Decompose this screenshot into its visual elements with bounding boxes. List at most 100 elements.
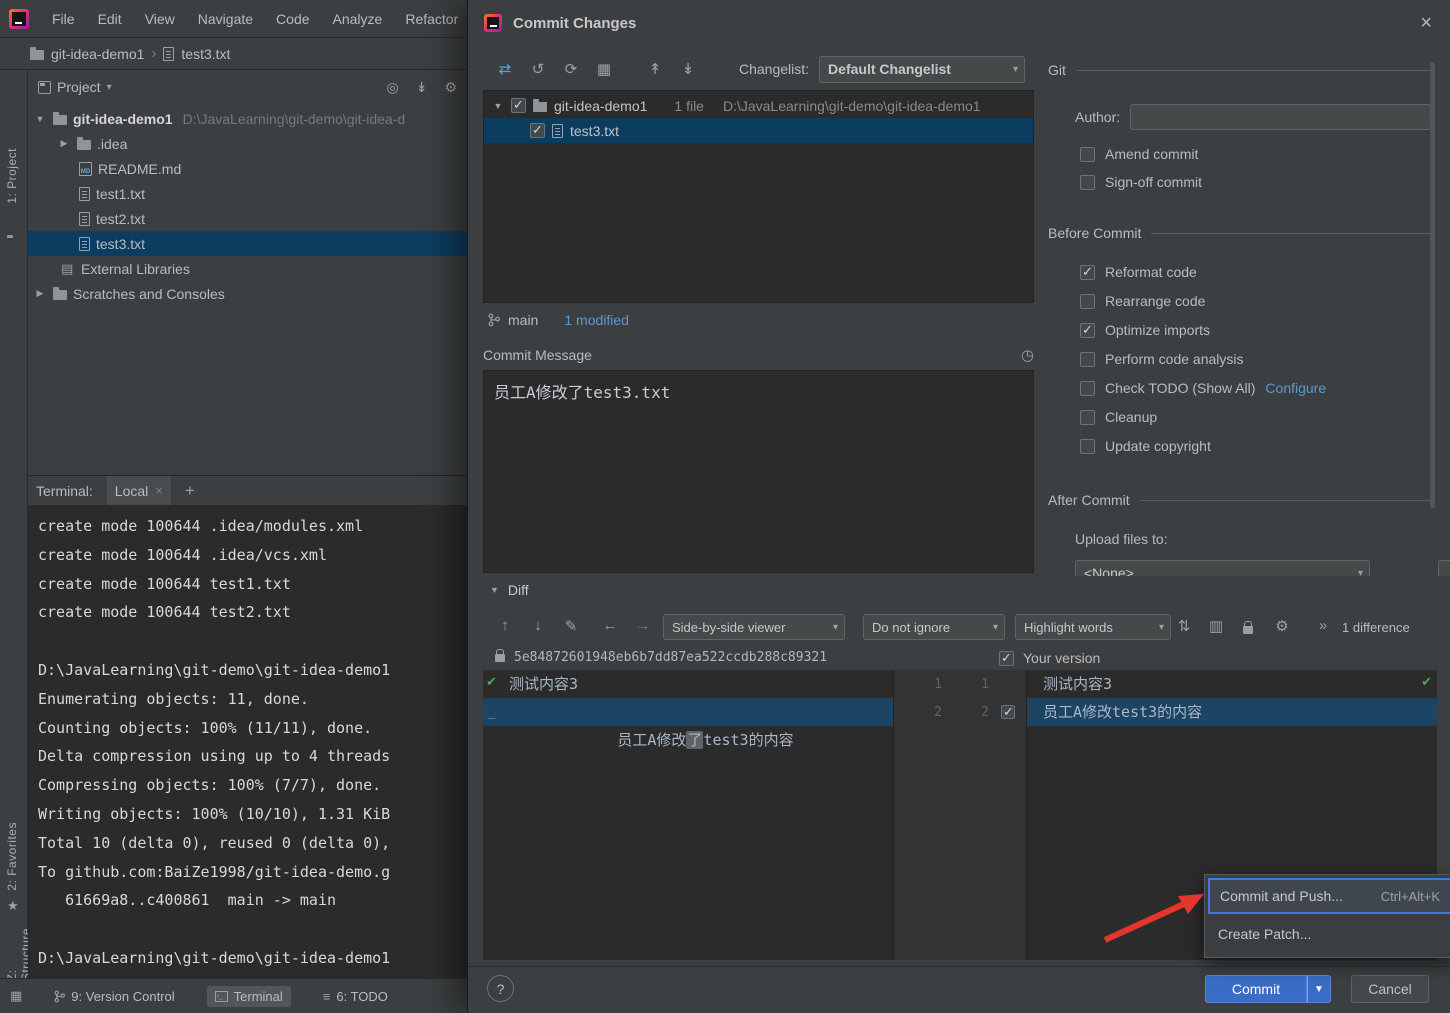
chevron-expanded-icon[interactable]: ▼: [33, 114, 47, 124]
help-button[interactable]: ?: [487, 975, 514, 1002]
menu-code[interactable]: Code: [276, 11, 309, 27]
optimize-imports-option[interactable]: Optimize imports: [1080, 322, 1210, 338]
changelist-checkbox[interactable]: [511, 98, 526, 113]
reformat-code-option[interactable]: Reformat code: [1080, 264, 1197, 280]
whitespace-combo[interactable]: Do not ignore ▾: [863, 614, 1005, 640]
tree-item-test2[interactable]: test2.txt: [28, 206, 467, 231]
optimize-checkbox[interactable]: [1080, 323, 1095, 338]
commit-file-row[interactable]: test3.txt: [484, 118, 1033, 143]
cleanup-option[interactable]: Cleanup: [1080, 409, 1157, 425]
include-change-checkbox[interactable]: [1001, 705, 1015, 719]
reformat-checkbox[interactable]: [1080, 265, 1095, 280]
chevron-collapsed-icon[interactable]: ▶: [57, 138, 71, 149]
diff-pane-left[interactable]: ✔ 测试内容3 _员工A修改了test3的内容: [483, 670, 893, 960]
menu-analyze[interactable]: Analyze: [333, 11, 383, 27]
disable-editing-icon[interactable]: [1243, 626, 1253, 634]
update-copyright-option[interactable]: Update copyright: [1080, 438, 1211, 454]
chevron-collapsed-icon[interactable]: ▶: [33, 288, 47, 299]
collapse-all-icon[interactable]: ↡: [416, 79, 428, 96]
menu-view[interactable]: View: [145, 11, 175, 27]
highlight-mode-combo[interactable]: Highlight words ▾: [1015, 614, 1171, 640]
cancel-button-label: Cancel: [1368, 981, 1412, 997]
chevron-expanded-icon[interactable]: ▼: [492, 101, 504, 111]
terminal-output[interactable]: create mode 100644 .idea/modules.xml cre…: [28, 506, 467, 973]
previous-difference-icon[interactable]: ↑: [495, 617, 515, 634]
previous-change-icon[interactable]: ←: [600, 617, 620, 634]
chevron-down-icon: ▾: [993, 622, 998, 633]
branch-name[interactable]: main: [508, 312, 538, 328]
status-version-control[interactable]: 9: Version Control: [46, 986, 182, 1007]
breadcrumb-file[interactable]: test3.txt: [181, 46, 230, 62]
collapse-unchanged-icon[interactable]: ⇅: [1174, 617, 1194, 635]
chevron-down-icon[interactable]: ▾: [107, 82, 112, 93]
code-analysis-option[interactable]: Perform code analysis: [1080, 351, 1244, 367]
cleanup-checkbox[interactable]: [1080, 410, 1095, 425]
tree-item-test3-selected[interactable]: test3.txt: [28, 231, 467, 256]
analysis-checkbox[interactable]: [1080, 352, 1095, 367]
amend-checkbox[interactable]: [1080, 147, 1095, 162]
next-change-icon[interactable]: →: [633, 617, 653, 634]
configure-link[interactable]: Configure: [1265, 380, 1326, 396]
close-tab-icon[interactable]: ×: [155, 483, 163, 498]
menu-refactor[interactable]: Refactor: [405, 11, 458, 27]
chevron-expanded-icon[interactable]: ▼: [490, 585, 499, 595]
sync-scroll-icon[interactable]: ▥: [1206, 617, 1226, 635]
your-version-checkbox[interactable]: [999, 651, 1014, 666]
breadcrumb-project[interactable]: git-idea-demo1: [51, 46, 144, 62]
stripe-favorites-button[interactable]: 2: Favorites: [5, 822, 19, 891]
stripe-project-button[interactable]: 1: Project: [5, 148, 19, 204]
signoff-checkbox[interactable]: [1080, 175, 1095, 190]
project-panel-title[interactable]: Project: [57, 79, 101, 95]
changelist-combo[interactable]: Default Changelist ▾: [819, 56, 1025, 83]
diff-settings-gear-icon[interactable]: ⚙: [1272, 617, 1292, 635]
expand-all-icon[interactable]: ↟: [645, 60, 665, 78]
tree-item-scratches[interactable]: ▶ Scratches and Consoles: [28, 281, 467, 306]
rearrange-checkbox[interactable]: [1080, 294, 1095, 309]
todo-list-icon: ≡: [323, 989, 331, 1004]
tree-item-idea[interactable]: ▶ .idea: [28, 131, 467, 156]
cancel-button[interactable]: Cancel: [1351, 975, 1429, 1003]
refresh-icon[interactable]: ⟳: [561, 60, 581, 78]
commit-button[interactable]: Commit: [1205, 975, 1307, 1003]
status-todo[interactable]: ≡ 6: TODO: [315, 986, 396, 1007]
next-difference-icon[interactable]: ↓: [528, 617, 548, 634]
rearrange-code-option[interactable]: Rearrange code: [1080, 293, 1205, 309]
commit-dropdown-button[interactable]: ▼: [1307, 975, 1331, 1003]
message-history-icon[interactable]: ◷: [1021, 346, 1034, 364]
modified-count[interactable]: 1 modified: [564, 312, 629, 328]
tree-item-external-libraries[interactable]: ▤ External Libraries: [28, 256, 467, 281]
scrollbar-thumb[interactable]: [1430, 62, 1435, 508]
amend-commit-option[interactable]: Amend commit: [1080, 146, 1198, 162]
author-input[interactable]: [1130, 104, 1431, 130]
diff-header[interactable]: ▼ Diff: [490, 582, 529, 598]
tool-windows-icon[interactable]: ▦: [10, 988, 22, 1004]
show-diff-icon[interactable]: ⇄: [495, 60, 515, 78]
collapse-all-icon[interactable]: ↡: [678, 60, 698, 78]
todo-checkbox[interactable]: [1080, 381, 1095, 396]
rollback-icon[interactable]: ↺: [528, 60, 548, 78]
check-todo-option[interactable]: Check TODO (Show All) Configure: [1080, 380, 1326, 396]
menu-edit[interactable]: Edit: [98, 11, 122, 27]
file-checkbox[interactable]: [530, 123, 545, 138]
locate-file-icon[interactable]: ◎: [386, 79, 398, 96]
menu-item-commit-and-push[interactable]: Commit and Push... Ctrl+Alt+K: [1208, 878, 1450, 914]
changelist-root-row[interactable]: ▼ git-idea-demo1 1 file D:\JavaLearning\…: [484, 93, 1033, 118]
tree-item-readme[interactable]: MD README.md: [28, 156, 467, 181]
settings-gear-icon[interactable]: ⚙: [444, 79, 457, 96]
upload-target-combo[interactable]: <None> ▾: [1075, 560, 1370, 576]
menu-navigate[interactable]: Navigate: [198, 11, 253, 27]
edit-source-icon[interactable]: ✎: [561, 617, 581, 635]
status-terminal[interactable]: ›_ Terminal: [207, 986, 291, 1007]
menu-item-create-patch[interactable]: Create Patch...: [1208, 914, 1450, 954]
new-terminal-icon[interactable]: +: [185, 481, 195, 501]
copyright-checkbox[interactable]: [1080, 439, 1095, 454]
menu-file[interactable]: File: [52, 11, 75, 27]
signoff-commit-option[interactable]: Sign-off commit: [1080, 174, 1202, 190]
viewer-mode-combo[interactable]: Side-by-side viewer ▾: [663, 614, 845, 640]
tree-item-test1[interactable]: test1.txt: [28, 181, 467, 206]
commit-message-input[interactable]: 员工A修改了test3.txt: [483, 370, 1034, 573]
terminal-tab-local[interactable]: Local ×: [107, 476, 171, 505]
more-actions-icon[interactable]: »: [1313, 617, 1333, 634]
tree-root-row[interactable]: ▼ git-idea-demo1 D:\JavaLearning\git-dem…: [28, 106, 467, 131]
group-by-icon[interactable]: ▦: [594, 60, 614, 78]
